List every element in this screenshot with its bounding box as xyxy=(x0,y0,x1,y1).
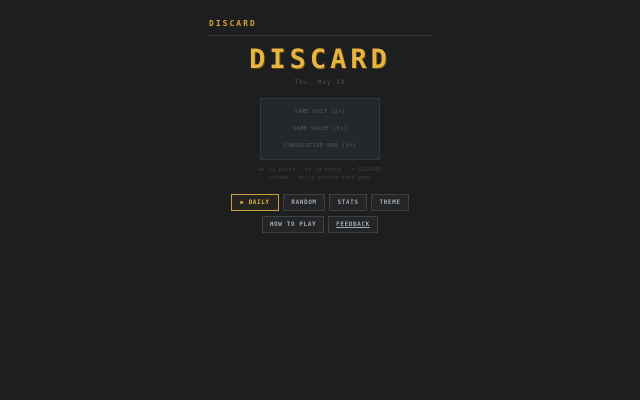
play-icon: ▶ xyxy=(240,199,245,206)
how-to-play-button[interactable]: HOW TO PLAY xyxy=(262,216,324,233)
theme-button[interactable]: THEME xyxy=(371,194,409,211)
stats-button[interactable]: STATS xyxy=(329,194,367,211)
random-button[interactable]: RANDOM xyxy=(283,194,325,211)
scoring-hint-line-2: streak · daily puzzle each game xyxy=(268,175,372,181)
scoring-hint-line-1: w+ 12 point · m+ 14 bonus · × DISCARD xyxy=(258,167,382,173)
top-header: DISCARD xyxy=(209,18,431,36)
rule-consecutive-run: CONSECUTIVE RUN (3×) xyxy=(283,143,357,149)
rule-same-value: SAME VALUE (3×) xyxy=(292,126,348,132)
rules-panel: SAME SUIT (2×) SAME VALUE (3×) CONSECUTI… xyxy=(260,98,380,160)
game-menu-page: DISCARD DISCARD Thu, May 28 SAME SUIT (2… xyxy=(0,0,640,400)
game-title: DISCARD xyxy=(249,44,391,75)
rule-same-suit: SAME SUIT (2×) xyxy=(294,109,346,115)
daily-button[interactable]: ▶ DAILY xyxy=(231,194,279,211)
puzzle-date: Thu, May 28 xyxy=(294,79,346,86)
brand-logo-text[interactable]: DISCARD xyxy=(209,19,257,28)
feedback-button[interactable]: FEEDBACK xyxy=(328,216,378,233)
feedback-button-label: FEEDBACK xyxy=(336,221,370,228)
daily-button-label: DAILY xyxy=(248,199,270,206)
